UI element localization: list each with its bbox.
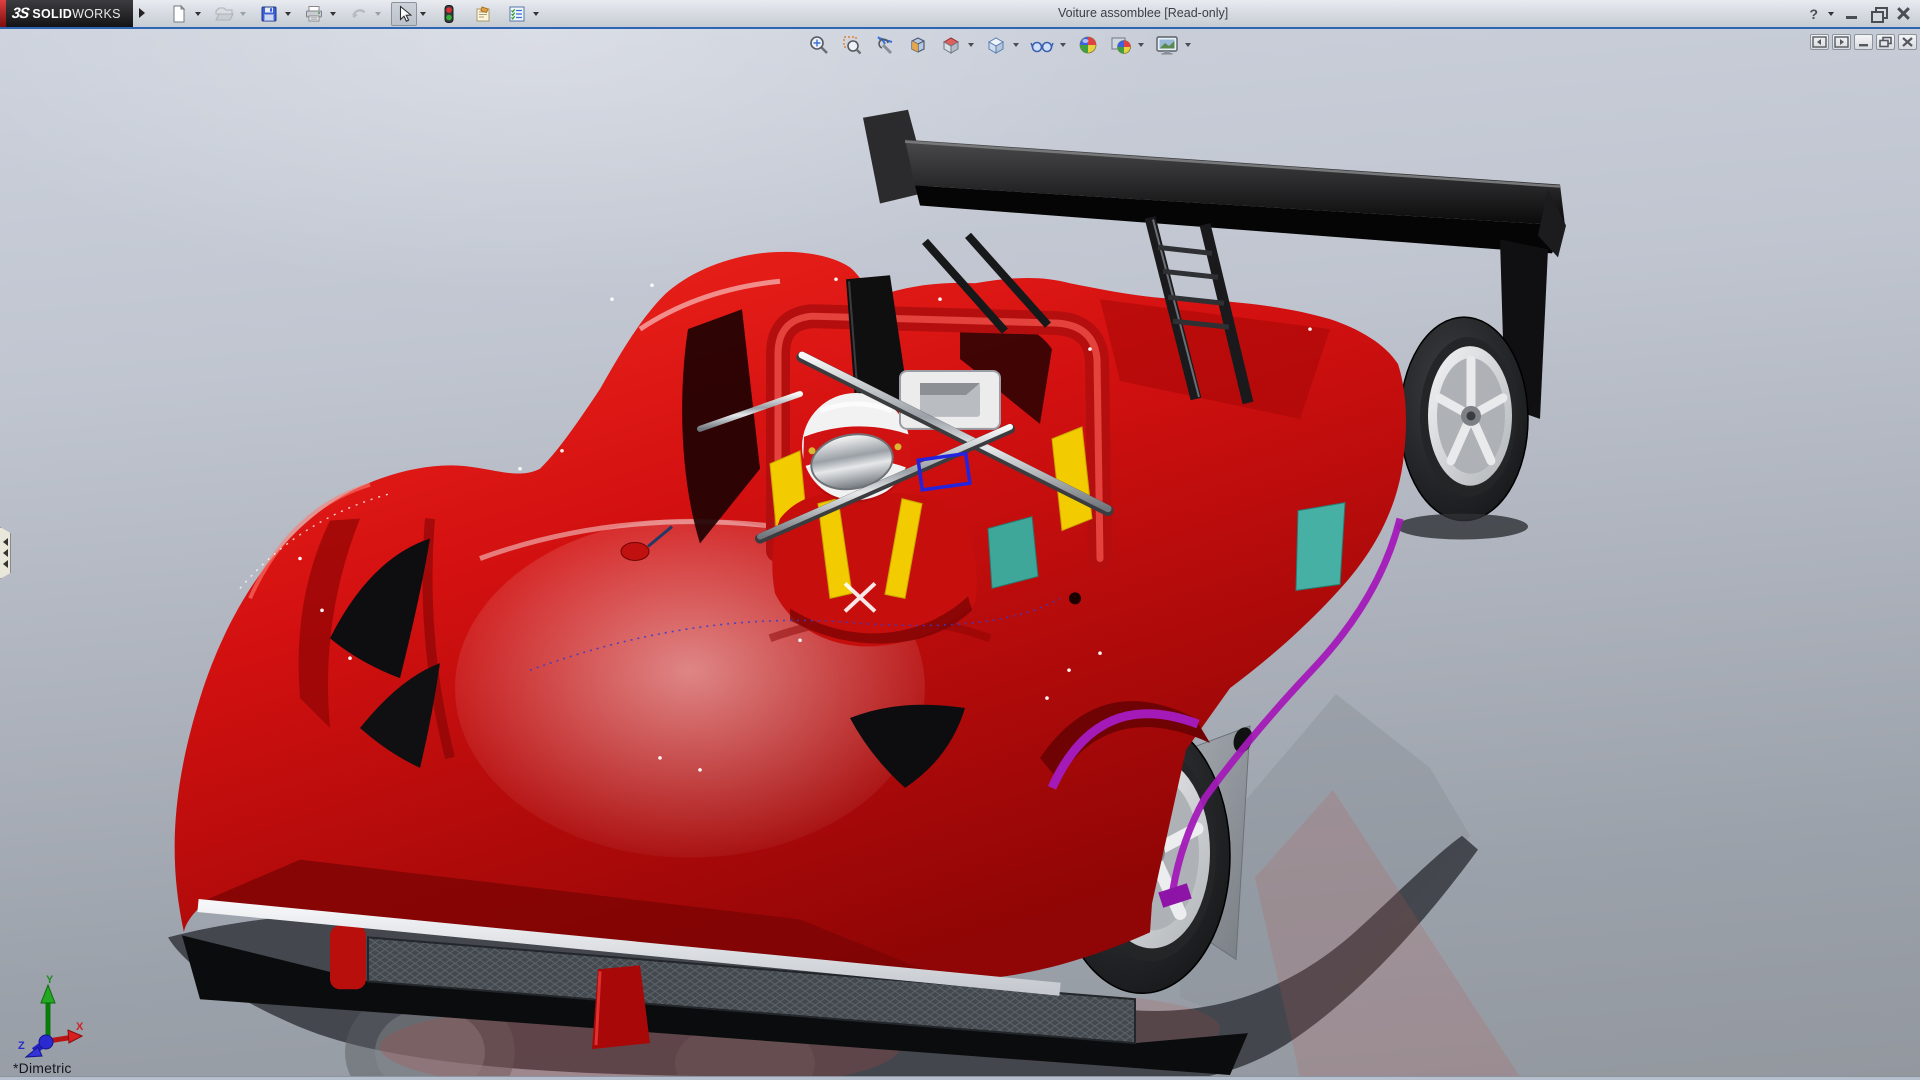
help-dropdown[interactable] (1825, 2, 1836, 26)
pane-left-icon (1812, 36, 1827, 48)
help-button[interactable]: ? (1808, 6, 1819, 22)
model-red-race-car[interactable] (0, 29, 1920, 1077)
chevron-left-icon (3, 560, 8, 568)
zoom-to-fit-button[interactable] (805, 33, 833, 57)
pane-right-icon (1834, 36, 1849, 48)
window-controls: ? (1808, 0, 1914, 27)
doc-close-button[interactable] (1898, 34, 1917, 50)
save-dropdown[interactable] (282, 2, 293, 26)
display-style-icon (985, 34, 1007, 56)
undo-dropdown[interactable] (372, 2, 383, 26)
document-window-controls (1810, 34, 1917, 50)
select-tool-button[interactable] (391, 2, 417, 26)
edit-appearance-button[interactable] (1074, 33, 1102, 57)
display-style-button[interactable] (982, 33, 1010, 57)
close-button[interactable] (1894, 5, 1914, 23)
view-settings-monitor-icon (1155, 34, 1179, 56)
document-title: Voiture assomblee [Read-only] (1058, 0, 1228, 27)
restore-button[interactable] (1868, 5, 1888, 23)
titlebar-separator (0, 27, 1920, 29)
doc-close-icon (1900, 36, 1915, 48)
print-button[interactable] (301, 2, 327, 26)
triad-x-label: X (76, 1021, 83, 1033)
edit-appearance-ball-icon (1077, 34, 1099, 56)
pane-left-toggle-button[interactable] (1810, 34, 1829, 50)
view-settings-button[interactable] (1152, 33, 1182, 57)
chevron-right-icon (139, 8, 145, 18)
section-view-icon (907, 34, 929, 56)
intake-box[interactable] (900, 371, 1000, 429)
pane-right-toggle-button[interactable] (1832, 34, 1851, 50)
print-icon (304, 4, 324, 24)
hide-show-items-button[interactable] (1027, 33, 1057, 57)
triad-axes-icon (16, 977, 88, 1061)
zoom-to-fit-icon (808, 34, 830, 56)
reference-triad[interactable]: Y X Z (16, 977, 88, 1061)
apply-scene-icon (1110, 34, 1132, 56)
select-tool-dropdown[interactable] (417, 2, 428, 26)
chevron-left-icon (3, 538, 8, 546)
view-orientation-icon (940, 34, 962, 56)
print-dropdown[interactable] (327, 2, 338, 26)
options-checklist-icon (507, 4, 527, 24)
menu-expand-button[interactable] (136, 6, 148, 21)
open-document-dropdown[interactable] (237, 2, 248, 26)
new-document-dropdown[interactable] (192, 2, 203, 26)
graphics-area[interactable]: Y X Z *Dimetric (0, 29, 1920, 1077)
previous-view-icon (874, 34, 896, 56)
standard-toolbar (166, 1, 541, 26)
doc-restore-icon (1878, 36, 1893, 48)
zoom-to-area-icon (841, 34, 863, 56)
view-orientation-dropdown[interactable] (965, 33, 977, 57)
view-settings-dropdown[interactable] (1182, 33, 1194, 57)
options-dropdown[interactable] (530, 2, 541, 26)
heads-up-view-toolbar (805, 33, 1194, 57)
select-cursor-icon (394, 4, 414, 24)
triad-z-label: Z (18, 1040, 25, 1052)
solidworks-logo: 3S SOLIDWORKS (0, 0, 133, 27)
previous-view-button[interactable] (871, 33, 899, 57)
save-button[interactable] (256, 2, 282, 26)
view-orientation-label: *Dimetric (13, 1060, 72, 1076)
save-floppy-icon (259, 4, 279, 24)
triad-y-label: Y (46, 974, 53, 986)
section-view-button[interactable] (904, 33, 932, 57)
minimize-icon (1846, 16, 1857, 19)
open-document-button[interactable] (211, 2, 237, 26)
hide-show-items-eyeglasses-icon (1030, 34, 1054, 56)
doc-restore-button[interactable] (1876, 34, 1895, 50)
view-orientation-button[interactable] (937, 33, 965, 57)
undo-arrow-icon (349, 4, 369, 24)
window-bottom-edge (0, 1076, 1920, 1080)
display-style-dropdown[interactable] (1010, 33, 1022, 57)
feature-manager-collapsed-tab[interactable] (0, 527, 11, 579)
brand-name-light: WORKS (72, 7, 121, 21)
rebuild-traffic-light-icon (439, 4, 459, 24)
solidworks-window: 3S SOLIDWORKS (0, 0, 1920, 1080)
apply-scene-button[interactable] (1107, 33, 1135, 57)
solidworks-logo-glyph: 3S (11, 5, 30, 22)
brand-name-bold: SOLID (32, 7, 72, 21)
open-folder-icon (214, 4, 234, 24)
hide-show-items-dropdown[interactable] (1057, 33, 1069, 57)
file-properties-button[interactable] (470, 2, 496, 26)
logo-red-stripe (0, 0, 6, 27)
file-properties-icon (473, 4, 493, 24)
title-bar: 3S SOLIDWORKS (0, 0, 1920, 27)
undo-button[interactable] (346, 2, 372, 26)
rear-wheel[interactable] (1396, 317, 1528, 539)
options-button[interactable] (504, 2, 530, 26)
chevron-left-icon (3, 549, 8, 557)
minimize-button[interactable] (1842, 5, 1862, 23)
apply-scene-dropdown[interactable] (1135, 33, 1147, 57)
doc-minimize-button[interactable] (1854, 34, 1873, 50)
new-document-button[interactable] (166, 2, 192, 26)
doc-minimize-icon (1856, 36, 1871, 48)
new-document-icon (169, 4, 189, 24)
zoom-to-area-button[interactable] (838, 33, 866, 57)
rebuild-button[interactable] (436, 2, 462, 26)
